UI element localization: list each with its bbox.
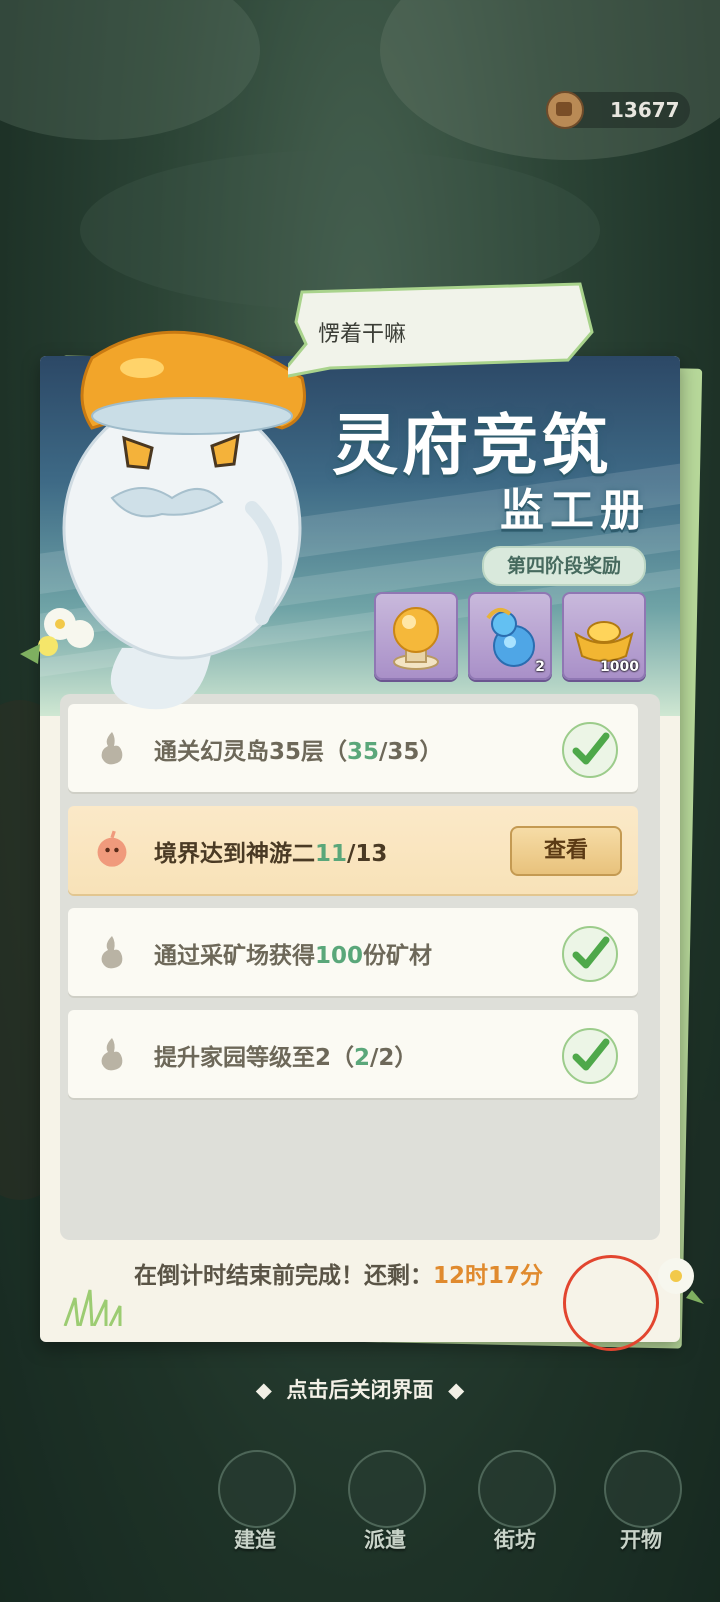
golden-orb-icon (393, 607, 439, 670)
nav-build[interactable]: 建造 (210, 1450, 300, 1560)
reward-item-orb[interactable] (374, 592, 458, 680)
reward-item-ingot[interactable]: 1000 (562, 592, 646, 680)
nav-dispatch[interactable]: 派遣 (340, 1450, 430, 1560)
task-label: 通过采矿场获得100份矿材 (154, 943, 433, 969)
view-button[interactable]: 查看 (510, 826, 622, 876)
grass-decoration (63, 1289, 122, 1326)
pet-icon (348, 1450, 426, 1528)
checkmark-icon (562, 1028, 618, 1084)
task-item-active: 境界达到神游二11/13 查看 (68, 806, 638, 894)
nav-label: 开物 (620, 1528, 662, 1552)
checkmark-icon (562, 722, 618, 778)
nav-neighborhood[interactable]: 街坊 (470, 1450, 560, 1560)
task-item: 提升家园等级至2（2/2） (68, 1010, 638, 1098)
close-hint[interactable]: ◆ 点击后关闭界面 ◆ (0, 1374, 720, 1404)
checkmark-icon (562, 926, 618, 982)
task-list: 通关幻灵岛35层（35/35） 境界达到神游二11/13 查看 通过采矿场获得1… (60, 694, 660, 1240)
speech-text: 愣着干嘛 (318, 322, 407, 347)
task-label: 通关幻灵岛35层（35/35） (154, 739, 443, 765)
nav-label: 建造 (234, 1528, 276, 1552)
spirit-wisp-icon (101, 1038, 123, 1071)
book-icon (604, 1450, 682, 1528)
flower-decoration (20, 608, 94, 664)
nav-label: 街坊 (494, 1528, 536, 1552)
anvil-icon (218, 1450, 296, 1528)
market-stall-icon (478, 1450, 556, 1528)
spirit-wisp-icon (101, 732, 123, 765)
nav-label: 派遣 (364, 1528, 406, 1552)
coin-counter[interactable]: 13677 (546, 91, 690, 129)
spirit-face-icon (97, 830, 127, 867)
reward-item-gourd[interactable]: 2 (468, 592, 552, 680)
panel-subtitle: 监工册 (500, 485, 650, 536)
task-label: 境界达到神游二11/13 (154, 841, 388, 867)
countdown-text: 在倒计时结束前完成！还剩：12时17分 (134, 1263, 544, 1289)
countdown-time: 12时17分 (433, 1263, 544, 1289)
task-label: 提升家园等级至2（2/2） (154, 1045, 418, 1071)
speech-bubble: 愣着干嘛 (288, 282, 600, 378)
nav-creation[interactable]: 开物 (596, 1450, 686, 1560)
task-item: 通过采矿场获得100份矿材 (68, 908, 638, 996)
highlight-annotation-circle (563, 1255, 659, 1351)
reward-count: 1000 (600, 659, 639, 675)
stage-reward-badge: 第四阶段奖励 (482, 546, 646, 586)
reward-count: 2 (535, 659, 545, 675)
spirit-wisp-icon (101, 936, 123, 969)
treasure-chest-icon (546, 91, 584, 129)
coin-value: 13677 (610, 98, 680, 122)
